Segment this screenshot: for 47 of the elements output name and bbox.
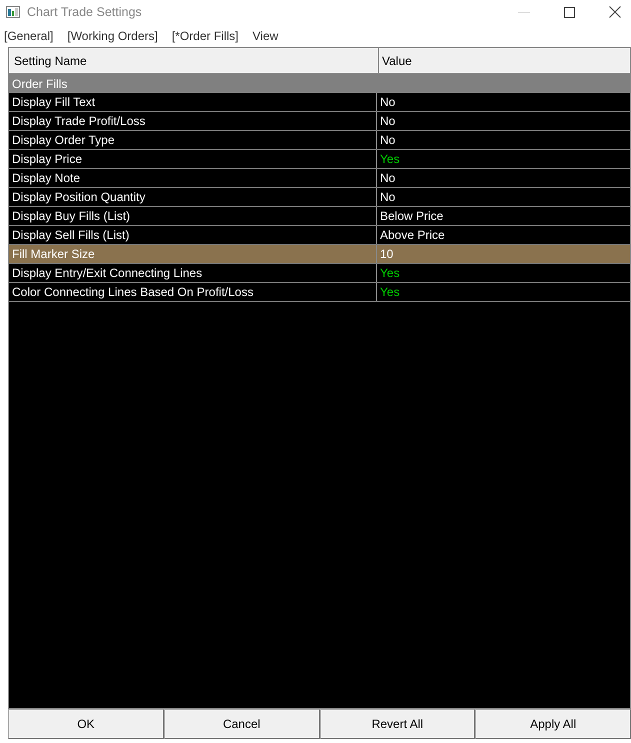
app-icon: [6, 6, 20, 18]
setting-value[interactable]: No: [377, 93, 630, 111]
setting-row[interactable]: Color Connecting Lines Based On Profit/Loss Yes: [9, 283, 630, 302]
setting-value[interactable]: Below Price: [377, 207, 630, 225]
group-header: Order Fills: [9, 74, 630, 93]
setting-row[interactable]: Display Order Type No: [9, 131, 630, 150]
setting-value[interactable]: No: [377, 169, 630, 187]
setting-value[interactable]: Yes: [377, 283, 630, 301]
column-header[interactable]: Setting Name: [9, 48, 379, 73]
dialog-button[interactable]: OK: [8, 709, 164, 739]
setting-value[interactable]: Yes: [377, 150, 630, 168]
close-icon[interactable]: [609, 6, 621, 18]
setting-row[interactable]: Fill Marker Size 10: [9, 245, 630, 264]
setting-name: Fill Marker Size: [9, 245, 377, 263]
maximize-icon[interactable]: [564, 6, 575, 18]
setting-value[interactable]: Above Price: [377, 226, 630, 244]
setting-value[interactable]: No: [377, 131, 630, 149]
setting-name: Display Trade Profit/Loss: [9, 112, 377, 130]
menu-item[interactable]: View: [252, 28, 278, 42]
setting-row[interactable]: Display Price Yes: [9, 150, 630, 169]
menu-item[interactable]: [General]: [4, 28, 54, 42]
setting-row[interactable]: Display Entry/Exit Connecting Lines Yes: [9, 264, 630, 283]
setting-name: Display Buy Fills (List): [9, 207, 377, 225]
setting-value[interactable]: 10: [377, 245, 630, 263]
menu-item[interactable]: [*Order Fills]: [172, 28, 239, 42]
setting-row[interactable]: Display Buy Fills (List) Below Price: [9, 207, 630, 226]
setting-name: Display Position Quantity: [9, 188, 377, 206]
setting-name: Display Order Type: [9, 131, 377, 149]
menu-item[interactable]: [Working Orders]: [67, 28, 158, 42]
setting-row[interactable]: Display Trade Profit/Loss No: [9, 112, 630, 131]
setting-value[interactable]: Yes: [377, 264, 630, 282]
setting-value[interactable]: No: [377, 188, 630, 206]
setting-value[interactable]: No: [377, 112, 630, 130]
column-header[interactable]: Value: [379, 48, 630, 73]
setting-name: Display Note: [9, 169, 377, 187]
setting-name: Display Price: [9, 150, 377, 168]
dialog-button[interactable]: Cancel: [164, 709, 320, 739]
setting-name: Color Connecting Lines Based On Profit/Loss: [9, 283, 377, 301]
setting-row[interactable]: Display Position Quantity No: [9, 188, 630, 207]
dialog-button[interactable]: Apply All: [475, 709, 631, 739]
setting-name: Display Sell Fills (List): [9, 226, 377, 244]
setting-name: Display Entry/Exit Connecting Lines: [9, 264, 377, 282]
setting-row[interactable]: Display Fill Text No: [9, 93, 630, 112]
setting-name: Display Fill Text: [9, 93, 377, 111]
window-title: Chart Trade Settings: [27, 5, 142, 19]
setting-row[interactable]: Display Note No: [9, 169, 630, 188]
dialog-button[interactable]: Revert All: [320, 709, 476, 739]
